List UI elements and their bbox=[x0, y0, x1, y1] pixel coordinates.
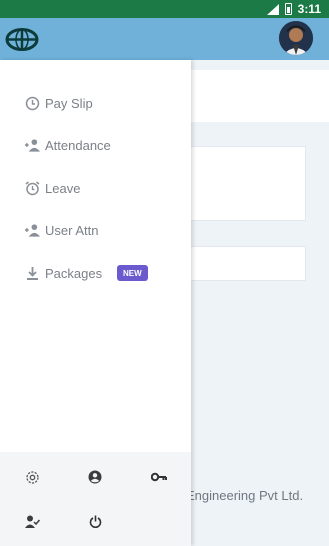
settings-icon[interactable] bbox=[24, 469, 40, 485]
menu-item-label: User Attn bbox=[45, 222, 99, 238]
user-add-icon bbox=[24, 137, 40, 153]
menu-item-user-attn[interactable]: User Attn bbox=[0, 215, 191, 245]
menu-item-pay-slip[interactable]: Pay Slip bbox=[0, 88, 191, 118]
drawer-footer bbox=[0, 452, 191, 546]
background-footer-text: Engineering Pvt Ltd. bbox=[186, 488, 304, 503]
navigation-drawer: Pay Slip Attendance Leave User Attn Pack bbox=[0, 60, 191, 546]
menu-item-label: Pay Slip bbox=[45, 95, 93, 111]
background-input-card bbox=[186, 246, 306, 281]
globe-logo-icon[interactable] bbox=[5, 28, 39, 51]
signal-icon bbox=[266, 3, 279, 15]
status-bar: 3:11 bbox=[0, 0, 329, 18]
menu-item-label: Leave bbox=[45, 180, 81, 196]
menu-item-label: Packages bbox=[45, 265, 103, 281]
profile-icon[interactable] bbox=[87, 469, 103, 485]
app-bar bbox=[0, 18, 329, 60]
user-check-icon[interactable] bbox=[24, 513, 40, 529]
download-icon bbox=[24, 265, 40, 281]
user-add-icon bbox=[24, 222, 40, 238]
clock-icon bbox=[24, 95, 40, 111]
battery-icon bbox=[284, 3, 292, 15]
key-icon[interactable] bbox=[151, 469, 167, 485]
status-time: 3:11 bbox=[297, 2, 321, 16]
alarm-icon bbox=[24, 180, 40, 196]
new-badge: NEW bbox=[117, 265, 148, 281]
user-photo-icon bbox=[279, 21, 313, 55]
menu-item-attendance[interactable]: Attendance bbox=[0, 130, 191, 160]
power-icon[interactable] bbox=[87, 513, 103, 529]
menu-item-leave[interactable]: Leave bbox=[0, 173, 191, 203]
background-card bbox=[186, 146, 306, 221]
avatar[interactable] bbox=[279, 21, 313, 55]
background-header-card bbox=[186, 70, 329, 122]
menu-item-label: Attendance bbox=[45, 137, 111, 153]
menu-item-packages[interactable]: Packages NEW bbox=[0, 258, 191, 288]
